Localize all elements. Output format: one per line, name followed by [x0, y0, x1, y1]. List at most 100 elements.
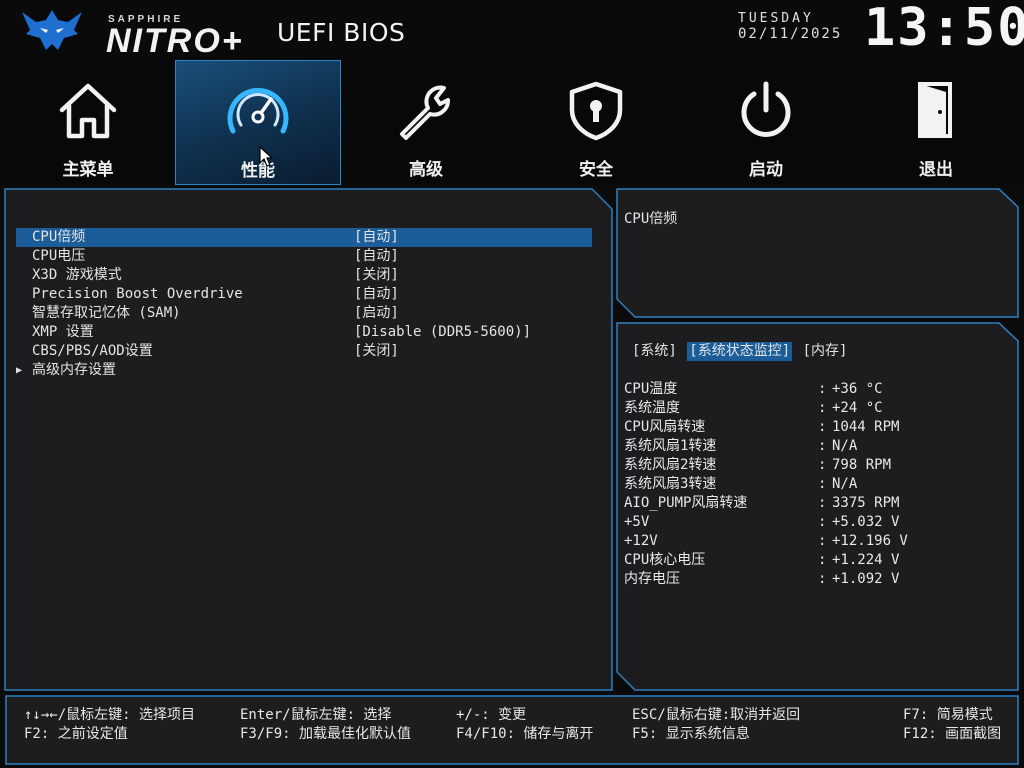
- hint-load-defaults: F3/F9: 加载最佳化默认值: [240, 726, 412, 742]
- tab-advanced[interactable]: 高级: [343, 60, 509, 185]
- monitor-label: 系统风扇3转速: [624, 476, 717, 492]
- setting-label: CPU倍频: [32, 229, 86, 245]
- monitor-label: AIO_PUMP风扇转速: [624, 495, 748, 511]
- tab-system[interactable]: [系统]: [630, 342, 679, 361]
- setting-xmp[interactable]: XMP 设置 [Disable (DDR5-5600)]: [16, 323, 592, 342]
- setting-cbs-pbs-aod[interactable]: CBS/PBS/AOD设置 [关闭]: [16, 342, 592, 361]
- setting-precision-boost-overdrive[interactable]: Precision Boost Overdrive [自动]: [16, 285, 592, 304]
- monitor-label: CPU风扇转速: [624, 419, 706, 435]
- hint-enter-select: Enter/鼠标左键: 选择: [240, 707, 392, 723]
- monitor-label: 内存电压: [624, 571, 680, 587]
- tab-memory[interactable]: [内存]: [801, 342, 850, 361]
- tab-boot[interactable]: 启动: [683, 60, 849, 185]
- monitor-value: 3375 RPM: [832, 495, 900, 511]
- monitor-label: 系统风扇2转速: [624, 457, 717, 473]
- help-text: CPU倍频: [624, 211, 678, 227]
- monitor-row: 系统风扇1转速: N/A: [624, 437, 1004, 456]
- tab-security[interactable]: 安全: [513, 60, 679, 185]
- monitor-list: CPU温度: +36 °C 系统温度: +24 °C CPU风扇转速:1044 RP…: [624, 380, 1004, 589]
- tab-exit[interactable]: 退出: [853, 60, 1019, 185]
- monitor-value: +36 °C: [832, 381, 883, 397]
- monitor-separator: :: [818, 552, 827, 568]
- setting-smart-access-memory[interactable]: 智慧存取记忆体 (SAM) [启动]: [16, 304, 592, 323]
- setting-value[interactable]: [关闭]: [354, 266, 399, 285]
- monitor-value: +1.224 V: [832, 552, 900, 568]
- monitor-row: +12V: +12.196 V: [624, 532, 1004, 551]
- clock: 13:50: [864, 0, 1024, 58]
- tab-label: 安全: [579, 160, 613, 180]
- monitor-separator: :: [818, 400, 827, 416]
- exit-door-icon: [918, 82, 952, 138]
- monitor-row: 内存电压: +1.092 V: [624, 570, 1004, 589]
- monitor-label: CPU温度: [624, 381, 678, 397]
- hint-easy-mode[interactable]: F7: 简易模式: [903, 704, 993, 724]
- tab-main-menu[interactable]: 主菜单: [5, 60, 171, 185]
- monitor-separator: :: [818, 476, 827, 492]
- monitor-row: 系统温度: +24 °C: [624, 399, 1004, 418]
- submenu-advanced-memory[interactable]: ▶ 高级内存设置: [16, 361, 592, 380]
- bios-title: UEFI BIOS: [277, 18, 406, 47]
- setting-value[interactable]: [关闭]: [354, 342, 399, 361]
- weekday: TUESDAY: [738, 11, 814, 26]
- monitor-row: CPU温度: +36 °C: [624, 380, 1004, 399]
- monitor-label: 系统风扇1转速: [624, 438, 717, 454]
- monitor-label: +12V: [624, 533, 658, 549]
- tab-label: 退出: [919, 160, 953, 180]
- monitor-separator: :: [818, 457, 827, 473]
- submenu-arrow-icon: ▶: [16, 365, 23, 376]
- mouse-cursor-icon: [259, 146, 274, 167]
- monitor-separator: :: [818, 514, 827, 530]
- tab-system-monitor[interactable]: [系统状态监控]: [687, 342, 793, 361]
- monitor-value: +12.196 V: [832, 533, 908, 549]
- tab-label: 主菜单: [62, 160, 114, 180]
- header-bar: SAPPHIRE NITRO+ UEFI BIOS TUESDAY 02/11/…: [0, 0, 1024, 60]
- monitor-value: 1044 RPM: [832, 419, 900, 435]
- monitor-separator: :: [818, 533, 827, 549]
- setting-label: 高级内存设置: [32, 362, 116, 378]
- date: 02/11/2025: [738, 26, 843, 42]
- settings-list: CPU倍频 [自动] CPU电压 [自动] X3D 游戏模式 [关闭] Prec…: [16, 228, 592, 380]
- setting-x3d-game-mode[interactable]: X3D 游戏模式 [关闭]: [16, 266, 592, 285]
- monitor-row: AIO_PUMP风扇转速:3375 RPM: [624, 494, 1004, 513]
- monitor-value: +24 °C: [832, 400, 883, 416]
- setting-label: XMP 设置: [32, 324, 94, 340]
- monitor-row: 系统风扇3转速: N/A: [624, 475, 1004, 494]
- monitor-label: 系统温度: [624, 400, 680, 416]
- monitor-row: 系统风扇2转速:798 RPM: [624, 456, 1004, 475]
- shield-lock-icon: [569, 81, 623, 141]
- setting-value[interactable]: [自动]: [354, 247, 399, 266]
- monitor-separator: :: [818, 438, 827, 454]
- hint-select-item: ↑↓→←/鼠标左键: 选择项目: [24, 707, 196, 723]
- tab-label: 启动: [749, 160, 783, 180]
- setting-label: X3D 游戏模式: [32, 267, 122, 283]
- help-panel-frame: [616, 188, 1019, 318]
- setting-value[interactable]: [自动]: [354, 285, 399, 304]
- tab-label: 高级: [409, 160, 443, 180]
- monitor-value: +5.032 V: [832, 514, 900, 530]
- setting-value[interactable]: [启动]: [354, 304, 399, 323]
- monitor-separator: :: [818, 571, 827, 587]
- setting-value[interactable]: [Disable (DDR5-5600)]: [354, 323, 531, 342]
- sapphire-nitro-logo: SAPPHIRE NITRO+: [20, 6, 260, 60]
- monitor-value: N/A: [832, 438, 858, 454]
- brand-nitro: NITRO+: [106, 22, 244, 60]
- home-icon: [59, 83, 117, 139]
- hint-change-value: +/-: 变更: [456, 707, 527, 723]
- monitor-label: +5V: [624, 514, 650, 530]
- hint-system-info: F5: 显示系统信息: [632, 726, 750, 742]
- monitor-label: CPU核心电压: [624, 552, 706, 568]
- power-icon: [741, 81, 791, 137]
- monitor-separator: :: [818, 381, 827, 397]
- help-panel: [615, 187, 1020, 319]
- info-tabs: [系统] [系统状态监控] [内存]: [630, 342, 849, 361]
- setting-cpu-voltage[interactable]: CPU电压 [自动]: [16, 247, 592, 266]
- setting-cpu-multiplier[interactable]: CPU倍频 [自动]: [16, 228, 592, 247]
- tab-label: 性能: [241, 161, 275, 181]
- wolf-logo-icon: [22, 10, 82, 50]
- monitor-row: +5V: +5.032 V: [624, 513, 1004, 532]
- setting-label: Precision Boost Overdrive: [32, 286, 243, 302]
- tab-performance[interactable]: 性能: [175, 60, 341, 185]
- monitor-row: CPU风扇转速:1044 RPM: [624, 418, 1004, 437]
- setting-value[interactable]: [自动]: [354, 228, 399, 247]
- hint-screenshot: F12: 画面截图: [903, 726, 1002, 742]
